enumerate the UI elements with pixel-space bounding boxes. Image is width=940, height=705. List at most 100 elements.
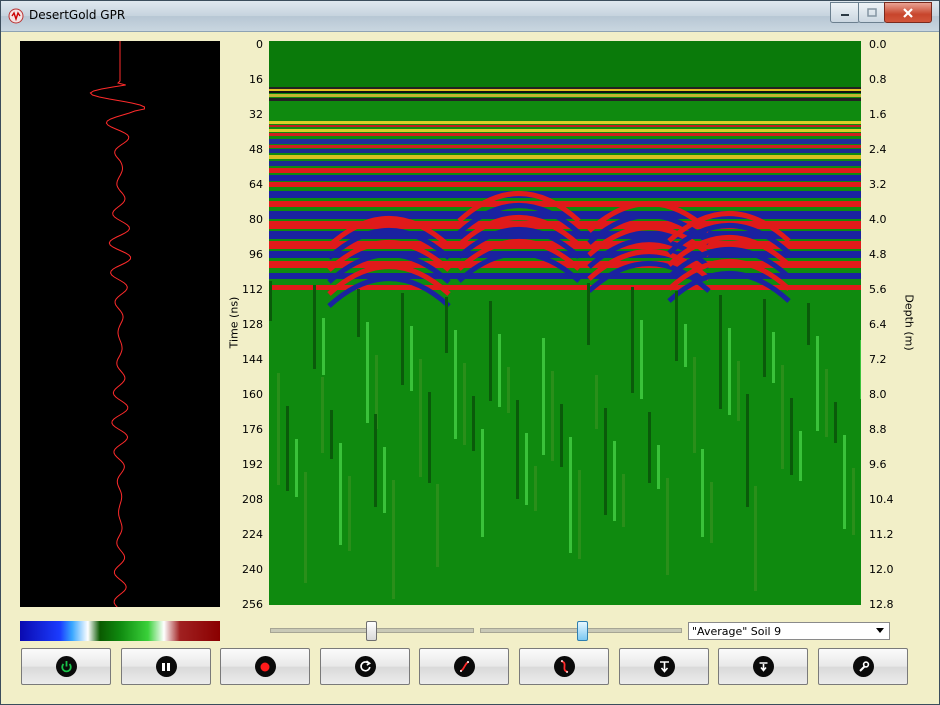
- texture-streak: [622, 474, 625, 527]
- time-tick-label: 224: [242, 528, 263, 541]
- pause-button[interactable]: [121, 648, 211, 685]
- texture-streak: [728, 328, 731, 415]
- time-tick-label: 0: [256, 38, 263, 51]
- wave-icon: [553, 656, 575, 677]
- minimize-button[interactable]: [830, 2, 860, 23]
- filter-button[interactable]: [519, 648, 609, 685]
- texture-streak: [790, 398, 793, 475]
- reflection-band: [269, 89, 861, 91]
- texture-streak: [428, 392, 431, 483]
- texture-streak: [269, 281, 272, 321]
- texture-streak: [719, 295, 722, 409]
- a-scan-trace: [89, 41, 146, 608]
- refresh-icon: [354, 656, 376, 677]
- texture-streak: [481, 429, 484, 537]
- texture-streak: [675, 291, 678, 361]
- time-tick-label: 96: [249, 248, 263, 261]
- time-tick-label: 112: [242, 283, 263, 296]
- texture-streak: [763, 299, 766, 377]
- texture-streak: [542, 338, 545, 455]
- texture-streak: [595, 375, 598, 429]
- texture-streak: [834, 402, 837, 443]
- contrast-slider-thumb[interactable]: [577, 621, 588, 641]
- save-button[interactable]: [718, 648, 808, 685]
- depth-tick-label: 3.2: [869, 178, 887, 191]
- texture-streak: [366, 322, 369, 423]
- reflection-band: [269, 201, 861, 207]
- texture-streak: [613, 441, 616, 521]
- reflection-band: [269, 145, 861, 148]
- power-icon: [55, 656, 77, 677]
- texture-streak: [348, 476, 351, 551]
- reflection-band: [269, 91, 861, 93]
- reflection-band: [269, 191, 861, 198]
- depth-tick-label: 2.4: [869, 143, 887, 156]
- reflection-band: [269, 129, 861, 132]
- texture-streak: [313, 285, 316, 369]
- texture-streak: [772, 332, 775, 383]
- texture-streak: [321, 377, 324, 453]
- texture-streak: [737, 361, 740, 421]
- texture-streak: [569, 437, 572, 553]
- texture-streak: [666, 478, 669, 575]
- depth-tick-label: 8.0: [869, 388, 887, 401]
- close-icon: [903, 7, 913, 18]
- texture-streak: [295, 439, 298, 497]
- color-palette-bar[interactable]: [20, 621, 220, 641]
- reset-button[interactable]: [320, 648, 410, 685]
- texture-streak: [339, 443, 342, 545]
- depth-tick-label: 12.0: [869, 563, 894, 576]
- texture-streak: [410, 326, 413, 391]
- texture-streak: [578, 470, 581, 559]
- texture-streak: [799, 431, 802, 481]
- texture-streak: [392, 480, 395, 599]
- texture-streak: [852, 468, 855, 535]
- download-icon: [752, 656, 774, 677]
- app-icon: [8, 8, 24, 24]
- texture-streak: [277, 373, 280, 485]
- depth-tick-label: 8.8: [869, 423, 887, 436]
- texture-streak: [604, 408, 607, 515]
- depth-tick-label: 7.2: [869, 353, 887, 366]
- reflection-band: [269, 139, 861, 144]
- app-window: DesertGold GPR Time (ns) Depth (m) "Aver…: [0, 0, 940, 705]
- texture-streak: [304, 472, 307, 583]
- texture-streak: [657, 445, 660, 489]
- curve-icon: [453, 656, 475, 677]
- record-button[interactable]: [220, 648, 310, 685]
- time-tick-label: 48: [249, 143, 263, 156]
- reflection-band: [269, 87, 861, 89]
- reflection-band: [269, 125, 861, 127]
- depth-tick-label: 10.4: [869, 493, 894, 506]
- soil-type-select[interactable]: "Average" Soil 9: [688, 622, 890, 640]
- power-button[interactable]: [21, 648, 111, 685]
- reflection-band: [269, 94, 861, 97]
- texture-streak: [648, 412, 651, 483]
- reflection-band: [269, 182, 861, 187]
- depth-tick-label: 0.8: [869, 73, 887, 86]
- texture-streak: [701, 449, 704, 537]
- close-button[interactable]: [884, 2, 932, 23]
- texture-streak: [525, 433, 528, 505]
- gain-curve-button[interactable]: [419, 648, 509, 685]
- texture-streak: [330, 410, 333, 459]
- window-title: DesertGold GPR: [29, 8, 126, 22]
- depth-button[interactable]: [619, 648, 709, 685]
- soil-type-value: "Average" Soil 9: [692, 624, 782, 638]
- texture-streak: [534, 466, 537, 511]
- radargram-plot: [269, 41, 861, 599]
- depth-tick-label: 1.6: [869, 108, 887, 121]
- gain-slider-thumb[interactable]: [366, 621, 377, 641]
- texture-streak: [286, 406, 289, 491]
- time-tick-label: 16: [249, 73, 263, 86]
- time-tick-label: 128: [242, 318, 263, 331]
- maximize-button[interactable]: [858, 2, 886, 23]
- time-tick-label: 32: [249, 108, 263, 121]
- time-tick-label: 64: [249, 178, 263, 191]
- title-bar[interactable]: DesertGold GPR: [1, 1, 939, 32]
- texture-streak: [860, 340, 861, 399]
- settings-button[interactable]: [818, 648, 908, 685]
- reflection-band: [269, 161, 861, 166]
- time-tick-label: 256: [242, 598, 263, 611]
- radargram-image[interactable]: [269, 41, 861, 605]
